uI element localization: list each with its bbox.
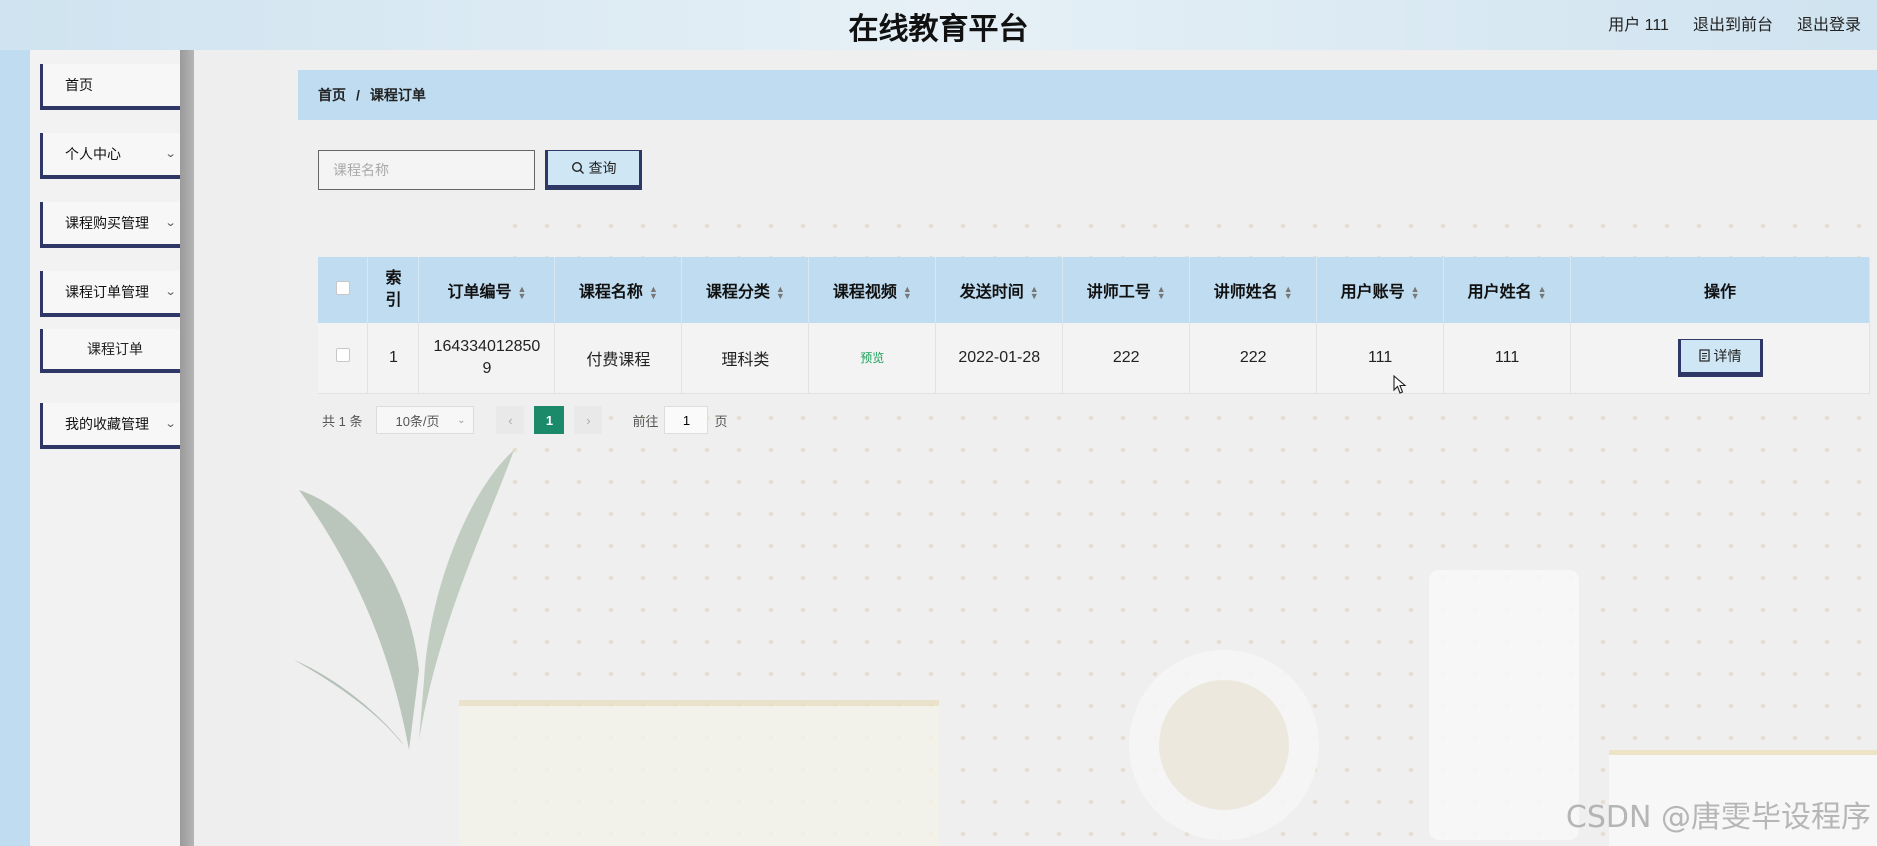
table-header-row: 索引 订单编号 ▲ ▼ 课程名称 ▲ ▼ 课程分类 ▲ ▼ 课程视频 ▲ ▼ 发送时间 ▲ ▼ 讲师… — [318, 257, 1870, 323]
next-page-button[interactable]: › — [574, 406, 603, 434]
sidebar-item-course-purchase[interactable]: 课程购买管理 ⌄ — [40, 202, 190, 248]
detail-button[interactable]: 详情 — [1677, 338, 1763, 377]
sort-icon[interactable]: ▲ ▼ — [1538, 284, 1547, 300]
sidebar-subitem-course-order[interactable]: 课程订单 — [40, 329, 190, 373]
document-icon — [1698, 349, 1710, 362]
sidebar-gap — [194, 50, 279, 846]
chevron-down-icon: ⌄ — [164, 286, 177, 298]
cell-category: 理科类 — [681, 323, 810, 394]
cell-index: 1 — [367, 323, 420, 394]
page-size-value: 10条/页 — [395, 413, 440, 429]
mouse-cursor-icon — [1393, 375, 1407, 394]
sort-icon[interactable]: ▲ ▼ — [649, 284, 658, 300]
cell-order-no: 1643340128509 — [418, 323, 556, 394]
cell-actions: 详情 — [1570, 323, 1870, 394]
chevron-right-icon: › — [586, 412, 591, 428]
cell-user-name: 111 — [1443, 323, 1572, 394]
cell-user-account: 111 — [1316, 323, 1445, 394]
sidebar-item-favorites-mgmt[interactable]: 我的收藏管理 ⌄ — [40, 403, 190, 449]
sidebar-item-label: 个人中心 — [65, 146, 121, 162]
chevron-left-icon: ‹ — [508, 412, 513, 428]
column-header[interactable]: 用户姓名 ▲ ▼ — [1443, 257, 1572, 323]
top-header: 在线教育平台 用户 111 退出到前台 退出登录 — [0, 0, 1877, 50]
site-title: 在线教育平台 — [848, 12, 1029, 47]
sidebar-divider — [180, 50, 194, 846]
sort-icon[interactable]: ▲ ▼ — [776, 284, 785, 300]
breadcrumb-current: 课程订单 — [369, 87, 426, 103]
sort-icon[interactable]: ▲ ▼ — [903, 284, 912, 300]
back-to-front-link[interactable]: 退出到前台 — [1693, 11, 1773, 35]
column-header[interactable]: 讲师工号 ▲ ▼ — [1062, 257, 1191, 323]
chevron-down-icon: ⌄ — [164, 217, 177, 229]
sort-icon[interactable]: ▲ ▼ — [1157, 284, 1166, 300]
breadcrumb-separator: / — [356, 87, 360, 103]
goto-page-input[interactable] — [664, 406, 709, 434]
cell-course-name: 付费课程 — [554, 323, 683, 394]
goto-prefix: 前往 — [632, 413, 659, 429]
breadcrumb-home[interactable]: 首页 — [318, 85, 346, 105]
sidebar-item-label: 我的收藏管理 — [65, 416, 149, 432]
order-table: 索引 订单编号 ▲ ▼ 课程名称 ▲ ▼ 课程分类 ▲ ▼ 课程视频 ▲ ▼ 发送时间 ▲ ▼ 讲师… — [318, 257, 1870, 394]
pagination: 共 1 条 10条/页 ⌄ ‹ 1 › 前往 页 — [322, 406, 728, 434]
chevron-down-icon: ⌄ — [164, 148, 177, 160]
column-header: 索引 — [367, 257, 420, 323]
cell-video: 预览 — [808, 323, 937, 394]
column-header: 操作 — [1570, 257, 1870, 323]
page-size-select[interactable]: 10条/页 ⌄ — [376, 406, 475, 434]
page-number-current[interactable]: 1 — [534, 406, 565, 434]
column-header[interactable]: 发送时间 ▲ ▼ — [935, 257, 1064, 323]
sort-icon[interactable]: ▲ ▼ — [517, 284, 526, 300]
cell-teacher-id: 222 — [1062, 323, 1191, 394]
cylinder-decoration — [1429, 570, 1579, 840]
sidebar-accent-strip — [0, 50, 30, 846]
tape-roll-decoration — [1129, 650, 1319, 840]
sidebar-item-label: 课程订单管理 — [65, 284, 149, 300]
select-all-cell — [318, 257, 369, 323]
search-button-label: 查询 — [588, 160, 617, 176]
column-header[interactable]: 订单编号 ▲ ▼ — [418, 257, 556, 323]
sidebar-item-home[interactable]: 首页 — [40, 64, 190, 110]
select-all-checkbox[interactable] — [335, 280, 350, 295]
table-row: 1 1643340128509 付费课程 理科类 预览 2022-01-28 2… — [318, 323, 1870, 394]
row-select-cell — [318, 323, 369, 394]
sidebar-item-personal-center[interactable]: 个人中心 ⌄ — [40, 133, 190, 179]
search-icon — [571, 161, 584, 174]
cell-send-time: 2022-01-28 — [935, 323, 1064, 394]
column-header[interactable]: 课程视频 ▲ ▼ — [808, 257, 937, 323]
column-header[interactable]: 课程名称 ▲ ▼ — [554, 257, 683, 323]
breadcrumb: 首页 / 课程订单 — [298, 70, 1877, 120]
prev-page-button[interactable]: ‹ — [496, 406, 525, 434]
column-header[interactable]: 课程分类 ▲ ▼ — [681, 257, 810, 323]
sidebar-item-label: 首页 — [65, 77, 93, 93]
sidebar-item-label: 课程订单 — [87, 341, 143, 357]
sort-icon[interactable]: ▲ ▼ — [1411, 284, 1420, 300]
search-button[interactable]: 查询 — [545, 150, 642, 190]
chevron-down-icon: ⌄ — [457, 414, 466, 426]
row-checkbox[interactable] — [335, 348, 350, 363]
pagination-total: 共 1 条 — [322, 413, 363, 429]
user-label: 用户 111 — [1608, 17, 1669, 34]
top-links: 用户 111 退出到前台 退出登录 — [1608, 11, 1861, 35]
plant-leaf-decoration — [294, 450, 514, 750]
sort-icon[interactable]: ▲ ▼ — [1030, 284, 1039, 300]
goto-suffix: 页 — [714, 413, 728, 429]
column-header[interactable]: 讲师姓名 ▲ ▼ — [1189, 257, 1318, 323]
sidebar-item-label: 课程购买管理 — [65, 215, 149, 231]
chevron-down-icon: ⌄ — [164, 418, 177, 430]
sidebar: 首页 个人中心 ⌄ 课程购买管理 ⌄ 课程订单管理 ⌄ 课程订单 我的收藏管理 … — [30, 50, 190, 846]
course-name-search-input[interactable] — [318, 150, 535, 190]
detail-button-label: 详情 — [1713, 347, 1742, 364]
watermark: CSDN @唐雯毕设程序 — [1565, 800, 1871, 835]
tray-decoration — [459, 700, 939, 846]
video-preview-link[interactable]: 预览 — [860, 351, 884, 365]
sort-icon[interactable]: ▲ ▼ — [1284, 284, 1293, 300]
column-header[interactable]: 用户账号 ▲ ▼ — [1316, 257, 1445, 323]
sidebar-item-course-order-mgmt[interactable]: 课程订单管理 ⌄ — [40, 271, 190, 317]
cell-teacher-name: 222 — [1189, 323, 1318, 394]
logout-link[interactable]: 退出登录 — [1797, 11, 1861, 35]
